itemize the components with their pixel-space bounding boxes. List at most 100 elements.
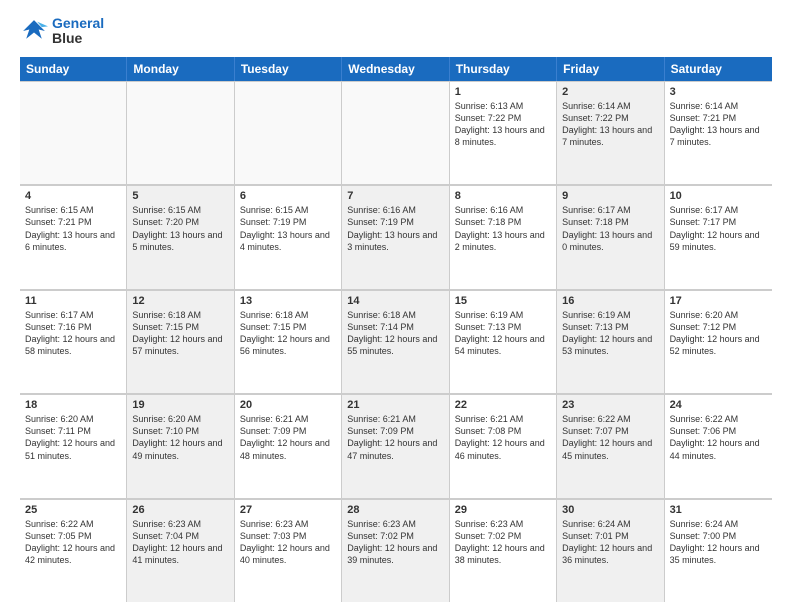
cell-info: Sunrise: 6:23 AM Sunset: 7:02 PM Dayligh… [347, 518, 443, 567]
cell-info: Sunrise: 6:20 AM Sunset: 7:10 PM Dayligh… [132, 413, 228, 462]
cell-info: Sunrise: 6:17 AM Sunset: 7:16 PM Dayligh… [25, 309, 121, 358]
cell-info: Sunrise: 6:20 AM Sunset: 7:11 PM Dayligh… [25, 413, 121, 462]
cell-info: Sunrise: 6:15 AM Sunset: 7:20 PM Dayligh… [132, 204, 228, 253]
table-row: 3Sunrise: 6:14 AM Sunset: 7:21 PM Daylig… [665, 81, 772, 184]
day-number: 5 [132, 190, 228, 202]
calendar-week-2: 4 Sunrise: 6:15 AM Sunset: 7:21 PM Daylig… [20, 185, 772, 289]
table-row: 16 Sunrise: 6:19 AM Sunset: 7:13 PM Dayli… [557, 290, 664, 393]
calendar-week-3: 11 Sunrise: 6:17 AM Sunset: 7:16 PM Dayli… [20, 290, 772, 394]
day-header-friday: Friday [557, 57, 664, 81]
table-row: 5 Sunrise: 6:15 AM Sunset: 7:20 PM Daylig… [127, 185, 234, 288]
cell-info: Sunrise: 6:24 AM Sunset: 7:01 PM Dayligh… [562, 518, 658, 567]
table-row: 31 Sunrise: 6:24 AM Sunset: 7:00 PM Dayli… [665, 499, 772, 602]
day-number: 22 [455, 399, 551, 411]
table-row: 30 Sunrise: 6:24 AM Sunset: 7:01 PM Dayli… [557, 499, 664, 602]
table-row: 2Sunrise: 6:14 AM Sunset: 7:22 PM Daylig… [557, 81, 664, 184]
page: GeneralBlue SundayMondayTuesdayWednesday… [0, 0, 792, 612]
cell-info: Sunrise: 6:17 AM Sunset: 7:18 PM Dayligh… [562, 204, 658, 253]
day-number: 2 [562, 86, 658, 98]
day-number: 20 [240, 399, 336, 411]
table-row: 19 Sunrise: 6:20 AM Sunset: 7:10 PM Dayli… [127, 394, 234, 497]
header: GeneralBlue [20, 16, 772, 47]
table-row [127, 81, 234, 184]
day-number: 25 [25, 504, 121, 516]
table-row: 21Sunrise: 6:21 AM Sunset: 7:09 PM Dayli… [342, 394, 449, 497]
table-row [342, 81, 449, 184]
table-row: 28 Sunrise: 6:23 AM Sunset: 7:02 PM Dayli… [342, 499, 449, 602]
table-row: 4 Sunrise: 6:15 AM Sunset: 7:21 PM Daylig… [20, 185, 127, 288]
day-number: 31 [670, 504, 767, 516]
day-number: 24 [670, 399, 767, 411]
cell-info: Sunrise: 6:21 AM Sunset: 7:09 PM Dayligh… [240, 413, 336, 462]
day-number: 19 [132, 399, 228, 411]
day-number: 12 [132, 295, 228, 307]
cell-info: Sunrise: 6:22 AM Sunset: 7:06 PM Dayligh… [670, 413, 767, 462]
cell-info: Sunrise: 6:18 AM Sunset: 7:14 PM Dayligh… [347, 309, 443, 358]
cell-info: Sunrise: 6:17 AM Sunset: 7:17 PM Dayligh… [670, 204, 767, 253]
day-number: 28 [347, 504, 443, 516]
day-number: 4 [25, 190, 121, 202]
day-number: 11 [25, 295, 121, 307]
cell-info: Sunrise: 6:16 AM Sunset: 7:19 PM Dayligh… [347, 204, 443, 253]
calendar-week-4: 18 Sunrise: 6:20 AM Sunset: 7:11 PM Dayli… [20, 394, 772, 498]
cell-info: Sunrise: 6:20 AM Sunset: 7:12 PM Dayligh… [670, 309, 767, 358]
cell-info: Sunrise: 6:22 AM Sunset: 7:07 PM Dayligh… [562, 413, 658, 462]
day-number: 3 [670, 86, 767, 98]
day-number: 26 [132, 504, 228, 516]
table-row: 27 Sunrise: 6:23 AM Sunset: 7:03 PM Dayli… [235, 499, 342, 602]
calendar: SundayMondayTuesdayWednesdayThursdayFrid… [20, 57, 772, 602]
logo: GeneralBlue [20, 16, 104, 47]
day-number: 16 [562, 295, 658, 307]
cell-info: Sunrise: 6:21 AM Sunset: 7:09 PM Dayligh… [347, 413, 443, 462]
table-row: 15 Sunrise: 6:19 AM Sunset: 7:13 PM Dayli… [450, 290, 557, 393]
table-row: 14Sunrise: 6:18 AM Sunset: 7:14 PM Dayli… [342, 290, 449, 393]
table-row: 1 Sunrise: 6:13 AM Sunset: 7:22 PM Daylig… [450, 81, 557, 184]
day-header-saturday: Saturday [665, 57, 772, 81]
table-row [20, 81, 127, 184]
table-row: 13 Sunrise: 6:18 AM Sunset: 7:15 PM Dayli… [235, 290, 342, 393]
table-row: 9Sunrise: 6:17 AM Sunset: 7:18 PM Daylig… [557, 185, 664, 288]
cell-info: Sunrise: 6:18 AM Sunset: 7:15 PM Dayligh… [240, 309, 336, 358]
table-row: 17 Sunrise: 6:20 AM Sunset: 7:12 PM Dayli… [665, 290, 772, 393]
day-number: 13 [240, 295, 336, 307]
day-number: 15 [455, 295, 551, 307]
cell-info: Sunrise: 6:23 AM Sunset: 7:04 PM Dayligh… [132, 518, 228, 567]
table-row: 24 Sunrise: 6:22 AM Sunset: 7:06 PM Dayli… [665, 394, 772, 497]
calendar-header: SundayMondayTuesdayWednesdayThursdayFrid… [20, 57, 772, 81]
cell-info: Sunrise: 6:23 AM Sunset: 7:02 PM Dayligh… [455, 518, 551, 567]
day-header-tuesday: Tuesday [235, 57, 342, 81]
table-row: 6 Sunrise: 6:15 AM Sunset: 7:19 PM Daylig… [235, 185, 342, 288]
day-number: 7 [347, 190, 443, 202]
day-number: 23 [562, 399, 658, 411]
logo-icon [20, 17, 48, 45]
table-row: 11 Sunrise: 6:17 AM Sunset: 7:16 PM Dayli… [20, 290, 127, 393]
day-number: 10 [670, 190, 767, 202]
cell-info: Sunrise: 6:21 AM Sunset: 7:08 PM Dayligh… [455, 413, 551, 462]
day-header-sunday: Sunday [20, 57, 127, 81]
day-number: 6 [240, 190, 336, 202]
table-row: 22 Sunrise: 6:21 AM Sunset: 7:08 PM Dayli… [450, 394, 557, 497]
day-number: 29 [455, 504, 551, 516]
table-row: 8 Sunrise: 6:16 AM Sunset: 7:18 PM Daylig… [450, 185, 557, 288]
cell-info: Sunrise: 6:19 AM Sunset: 7:13 PM Dayligh… [562, 309, 658, 358]
cell-info: Sunrise: 6:19 AM Sunset: 7:13 PM Dayligh… [455, 309, 551, 358]
day-header-thursday: Thursday [450, 57, 557, 81]
cell-info: Sunrise: 6:23 AM Sunset: 7:03 PM Dayligh… [240, 518, 336, 567]
day-number: 17 [670, 295, 767, 307]
cell-info: Sunrise: 6:24 AM Sunset: 7:00 PM Dayligh… [670, 518, 767, 567]
table-row [235, 81, 342, 184]
cell-info: Sunrise: 6:15 AM Sunset: 7:21 PM Dayligh… [25, 204, 121, 253]
table-row: 7 Sunrise: 6:16 AM Sunset: 7:19 PM Daylig… [342, 185, 449, 288]
day-number: 8 [455, 190, 551, 202]
day-number: 27 [240, 504, 336, 516]
table-row: 18 Sunrise: 6:20 AM Sunset: 7:11 PM Dayli… [20, 394, 127, 497]
cell-info: Sunrise: 6:15 AM Sunset: 7:19 PM Dayligh… [240, 204, 336, 253]
day-number: 30 [562, 504, 658, 516]
day-header-wednesday: Wednesday [342, 57, 449, 81]
cell-info: Sunrise: 6:13 AM Sunset: 7:22 PM Dayligh… [455, 100, 551, 149]
cell-info: Sunrise: 6:16 AM Sunset: 7:18 PM Dayligh… [455, 204, 551, 253]
cell-info: Sunrise: 6:22 AM Sunset: 7:05 PM Dayligh… [25, 518, 121, 567]
day-number: 18 [25, 399, 121, 411]
calendar-body: 1 Sunrise: 6:13 AM Sunset: 7:22 PM Daylig… [20, 81, 772, 602]
day-number: 1 [455, 86, 551, 98]
